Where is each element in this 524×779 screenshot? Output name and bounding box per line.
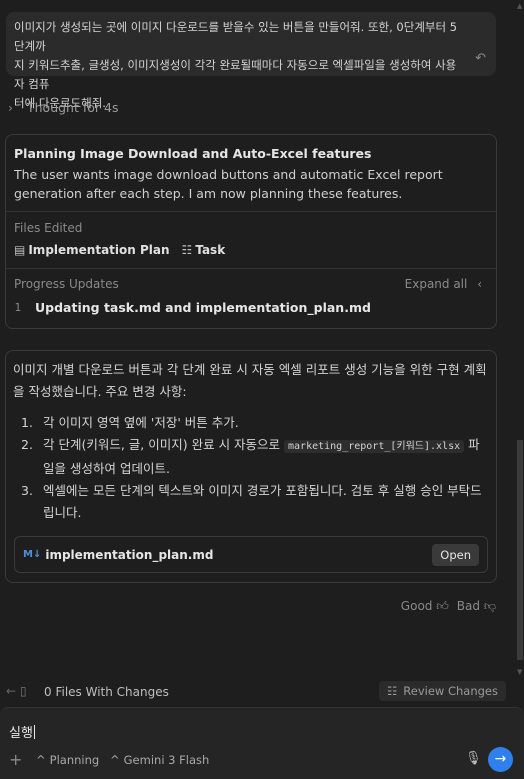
progress-text: Updating task.md and implementation_plan…	[35, 300, 371, 315]
undo-icon[interactable]: ↶	[475, 49, 486, 68]
inline-code: marketing_report_[키워드].xlsx	[284, 440, 465, 453]
arrow-left-icon[interactable]: ←	[6, 684, 16, 698]
expand-all-label: Expand all	[404, 277, 468, 291]
progress-number: 1	[14, 301, 22, 314]
list-number: 1.	[21, 415, 33, 430]
progress-section: Progress Updates Expand all ‹ 1 Updating…	[6, 269, 496, 323]
thought-label: Thought for 4s	[26, 100, 119, 115]
file-icon: ▯	[20, 684, 27, 698]
thumbs-up-icon: 👍︎	[436, 599, 449, 613]
add-context-button[interactable]: +	[9, 750, 22, 769]
artifact-name: implementation_plan.md	[45, 547, 214, 562]
progress-item[interactable]: 1 Updating task.md and implementation_pl…	[14, 300, 488, 315]
chat-composer[interactable]: 실행 + ^ Planning ^ Gemini 3 Flash 🎙︎ →	[0, 707, 524, 779]
scroll-up-arrow[interactable]: ▲	[517, 2, 522, 10]
task-description: The user wants image download buttons an…	[14, 167, 443, 201]
user-message-line: 이미지가 생성되는 곳에 이미지 다운로드를 받을수 있는 버튼을 만들어줘. …	[14, 20, 458, 53]
change-list: 1. 각 이미지 영역 옆에 '저장' 버튼 추가. 2. 각 단계(키워드, …	[13, 412, 489, 524]
model-selector[interactable]: ^ Gemini 3 Flash	[110, 753, 209, 767]
list-number: 3.	[21, 483, 33, 498]
assistant-response-card: 이미지 개별 다운로드 버튼과 각 단계 완료 시 자동 엑셀 리포트 생성 기…	[5, 350, 497, 583]
artifact-row[interactable]: M↓ implementation_plan.md Open	[14, 536, 488, 573]
expand-all-button[interactable]: Expand all ‹	[405, 277, 482, 291]
mode-selector[interactable]: ^ Planning	[36, 753, 99, 767]
review-changes-label: Review Changes	[403, 684, 498, 698]
review-changes-button[interactable]: ☷ Review Changes	[378, 681, 506, 701]
files-changes-text: 0 Files With Changes	[44, 685, 169, 699]
feedback-bar: Good 👍︎ Bad 👎︎	[401, 599, 496, 614]
message-input[interactable]: 실행	[9, 722, 35, 741]
task-title: Planning Image Download and Auto-Excel f…	[14, 146, 372, 161]
chevron-right-icon: ›	[8, 100, 13, 115]
list-item: 3. 엑셀에는 모든 단계의 텍스트와 이미지 경로가 포함됩니다. 검토 후 …	[21, 480, 489, 524]
chevron-left-icon: ‹	[477, 277, 482, 291]
user-message-line: 지 키워드추출, 글생성, 이미지생성이 각각 완료될때마다 자동으로 엑셀파일…	[14, 58, 457, 91]
chevron-up-icon: ^	[36, 753, 46, 767]
good-label: Good	[400, 599, 433, 613]
list-text: 각 단계(키워드, 글, 이미지) 완료 시 자동으로 marketing_re…	[43, 434, 489, 480]
mode-label: Planning	[49, 753, 100, 767]
list-item: 2. 각 단계(키워드, 글, 이미지) 완료 시 자동으로 marketing…	[21, 434, 489, 480]
good-button[interactable]: Good 👍︎	[401, 599, 449, 614]
list-number: 2.	[21, 437, 33, 452]
checklist-icon: ☷	[181, 243, 193, 257]
list-item: 1. 각 이미지 영역 옆에 '저장' 버튼 추가.	[21, 412, 489, 434]
markdown-icon: M↓	[23, 549, 42, 560]
bad-button[interactable]: Bad 👎︎	[457, 599, 496, 614]
microphone-icon[interactable]: 🎙︎	[465, 751, 482, 766]
thought-toggle[interactable]: › Thought for 4s	[8, 100, 118, 115]
chat-scrollbar[interactable]: ▲ ▼	[516, 0, 524, 680]
send-button[interactable]: →	[488, 747, 513, 772]
send-arrow-icon: →	[494, 751, 507, 767]
scroll-down-arrow[interactable]: ▼	[517, 668, 522, 676]
message-input-value: 실행	[9, 726, 33, 741]
response-intro: 이미지 개별 다운로드 버튼과 각 단계 완료 시 자동 엑셀 리포트 생성 기…	[13, 362, 487, 399]
file-link-task[interactable]: ☷ Task	[182, 243, 226, 257]
thumbs-down-icon: 👎︎	[483, 599, 496, 613]
file-label: Task	[195, 243, 226, 257]
text-caret	[33, 725, 35, 739]
open-button[interactable]: Open	[432, 543, 479, 566]
task-card: Planning Image Download and Auto-Excel f…	[5, 134, 497, 329]
list-text-part: 각 단계(키워드, 글, 이미지) 완료 시 자동으로	[43, 437, 285, 452]
bad-label: Bad	[456, 599, 480, 613]
chevron-up-icon: ^	[110, 753, 120, 767]
files-edited-label: Files Edited	[14, 221, 83, 235]
checklist-icon: ☷	[386, 684, 398, 698]
model-label: Gemini 3 Flash	[123, 753, 210, 767]
file-link-implementation-plan[interactable]: ▤ Implementation Plan	[14, 243, 170, 257]
task-summary: Planning Image Download and Auto-Excel f…	[6, 135, 496, 212]
document-icon: ▤	[14, 243, 26, 257]
user-message: 이미지가 생성되는 곳에 이미지 다운로드를 받을수 있는 버튼을 만들어줘. …	[6, 12, 496, 110]
scrollbar-thumb[interactable]	[517, 440, 523, 660]
file-label: Implementation Plan	[28, 243, 170, 257]
files-changes-bar: ← ▯ 0 Files With Changes ☷ Review Changes	[0, 681, 524, 702]
files-edited-section: Files Edited ▤ Implementation Plan ☷ Task	[6, 212, 496, 269]
list-text: 엑셀에는 모든 단계의 텍스트와 이미지 경로가 포함됩니다. 검토 후 실행 …	[43, 483, 482, 520]
list-text: 각 이미지 영역 옆에 '저장' 버튼 추가.	[43, 415, 239, 430]
